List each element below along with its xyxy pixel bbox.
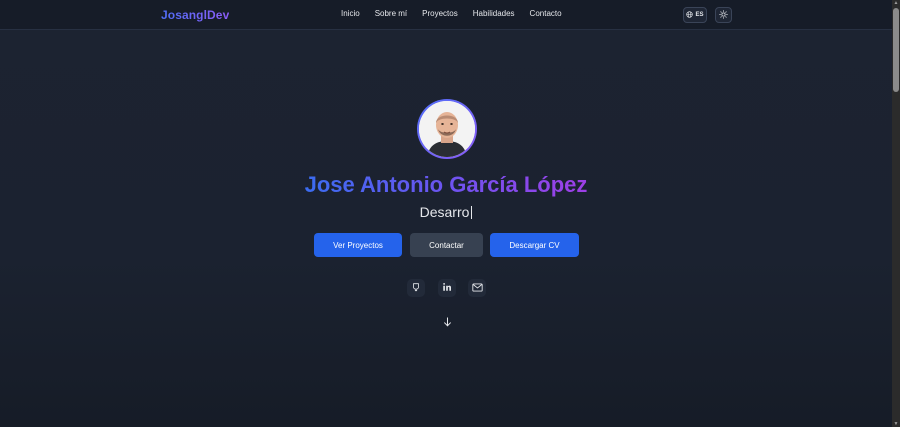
page-scrollbar[interactable]: ▲ ▼: [892, 0, 900, 427]
nav-link-habilidades[interactable]: Habilidades: [473, 9, 515, 18]
email-link[interactable]: [468, 279, 486, 297]
scroll-down-button[interactable]: [441, 317, 453, 329]
language-label: ES: [695, 12, 704, 18]
scroll-down-arrow-icon[interactable]: ▼: [893, 421, 899, 427]
linkedin-link[interactable]: [438, 279, 456, 297]
scroll-up-arrow-icon[interactable]: ▲: [893, 0, 899, 6]
scrollbar-thumb[interactable]: [893, 8, 899, 92]
mail-icon: [471, 279, 483, 297]
nav-link-contacto[interactable]: Contacto: [530, 9, 562, 18]
view-projects-button[interactable]: Ver Proyectos: [314, 233, 402, 257]
linkedin-icon: [442, 279, 452, 297]
theme-toggle-button[interactable]: [715, 7, 732, 23]
nav-link-proyectos[interactable]: Proyectos: [422, 9, 458, 18]
hero-role-text: Desarro: [419, 204, 470, 220]
github-link[interactable]: [407, 279, 425, 297]
nav-links: Inicio Sobre mí Proyectos Habilidades Co…: [341, 9, 562, 18]
typing-cursor: [471, 206, 473, 219]
download-cv-button[interactable]: Descargar CV: [490, 233, 579, 257]
hero-role: Desarro: [0, 204, 892, 220]
brand-logo[interactable]: JosanglDev: [161, 8, 229, 22]
github-icon: [411, 279, 421, 297]
navbar: JosanglDev Inicio Sobre mí Proyectos Hab…: [0, 0, 892, 30]
hero-name: Jose Antonio García López: [0, 172, 892, 198]
nav-link-inicio[interactable]: Inicio: [341, 9, 360, 18]
profile-photo: [419, 101, 475, 157]
globe-icon: [686, 10, 694, 20]
sun-icon: [719, 6, 728, 24]
arrow-down-icon: [443, 314, 452, 332]
hero-name-text: Jose Antonio García López: [304, 172, 588, 197]
profile-avatar: [417, 99, 477, 159]
contact-button[interactable]: Contactar: [410, 233, 483, 257]
language-toggle-button[interactable]: ES: [683, 7, 707, 23]
nav-link-sobre-mi[interactable]: Sobre mí: [375, 9, 407, 18]
